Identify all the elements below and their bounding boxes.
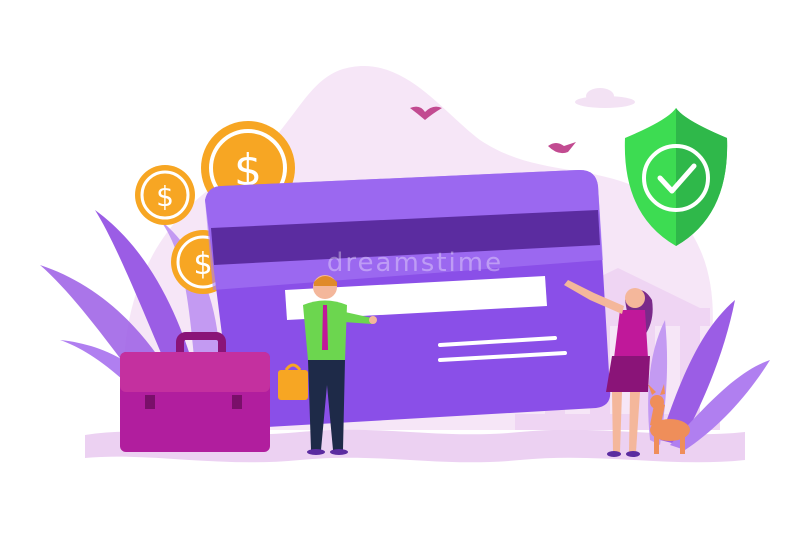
illustration-canvas: $ $ $ bbox=[40, 66, 770, 463]
dollar-coin-icon: $ bbox=[135, 165, 195, 225]
coin-symbol: $ bbox=[156, 180, 174, 213]
bird-icon bbox=[548, 142, 576, 154]
briefcase-icon bbox=[120, 332, 270, 452]
cloud bbox=[586, 88, 614, 104]
